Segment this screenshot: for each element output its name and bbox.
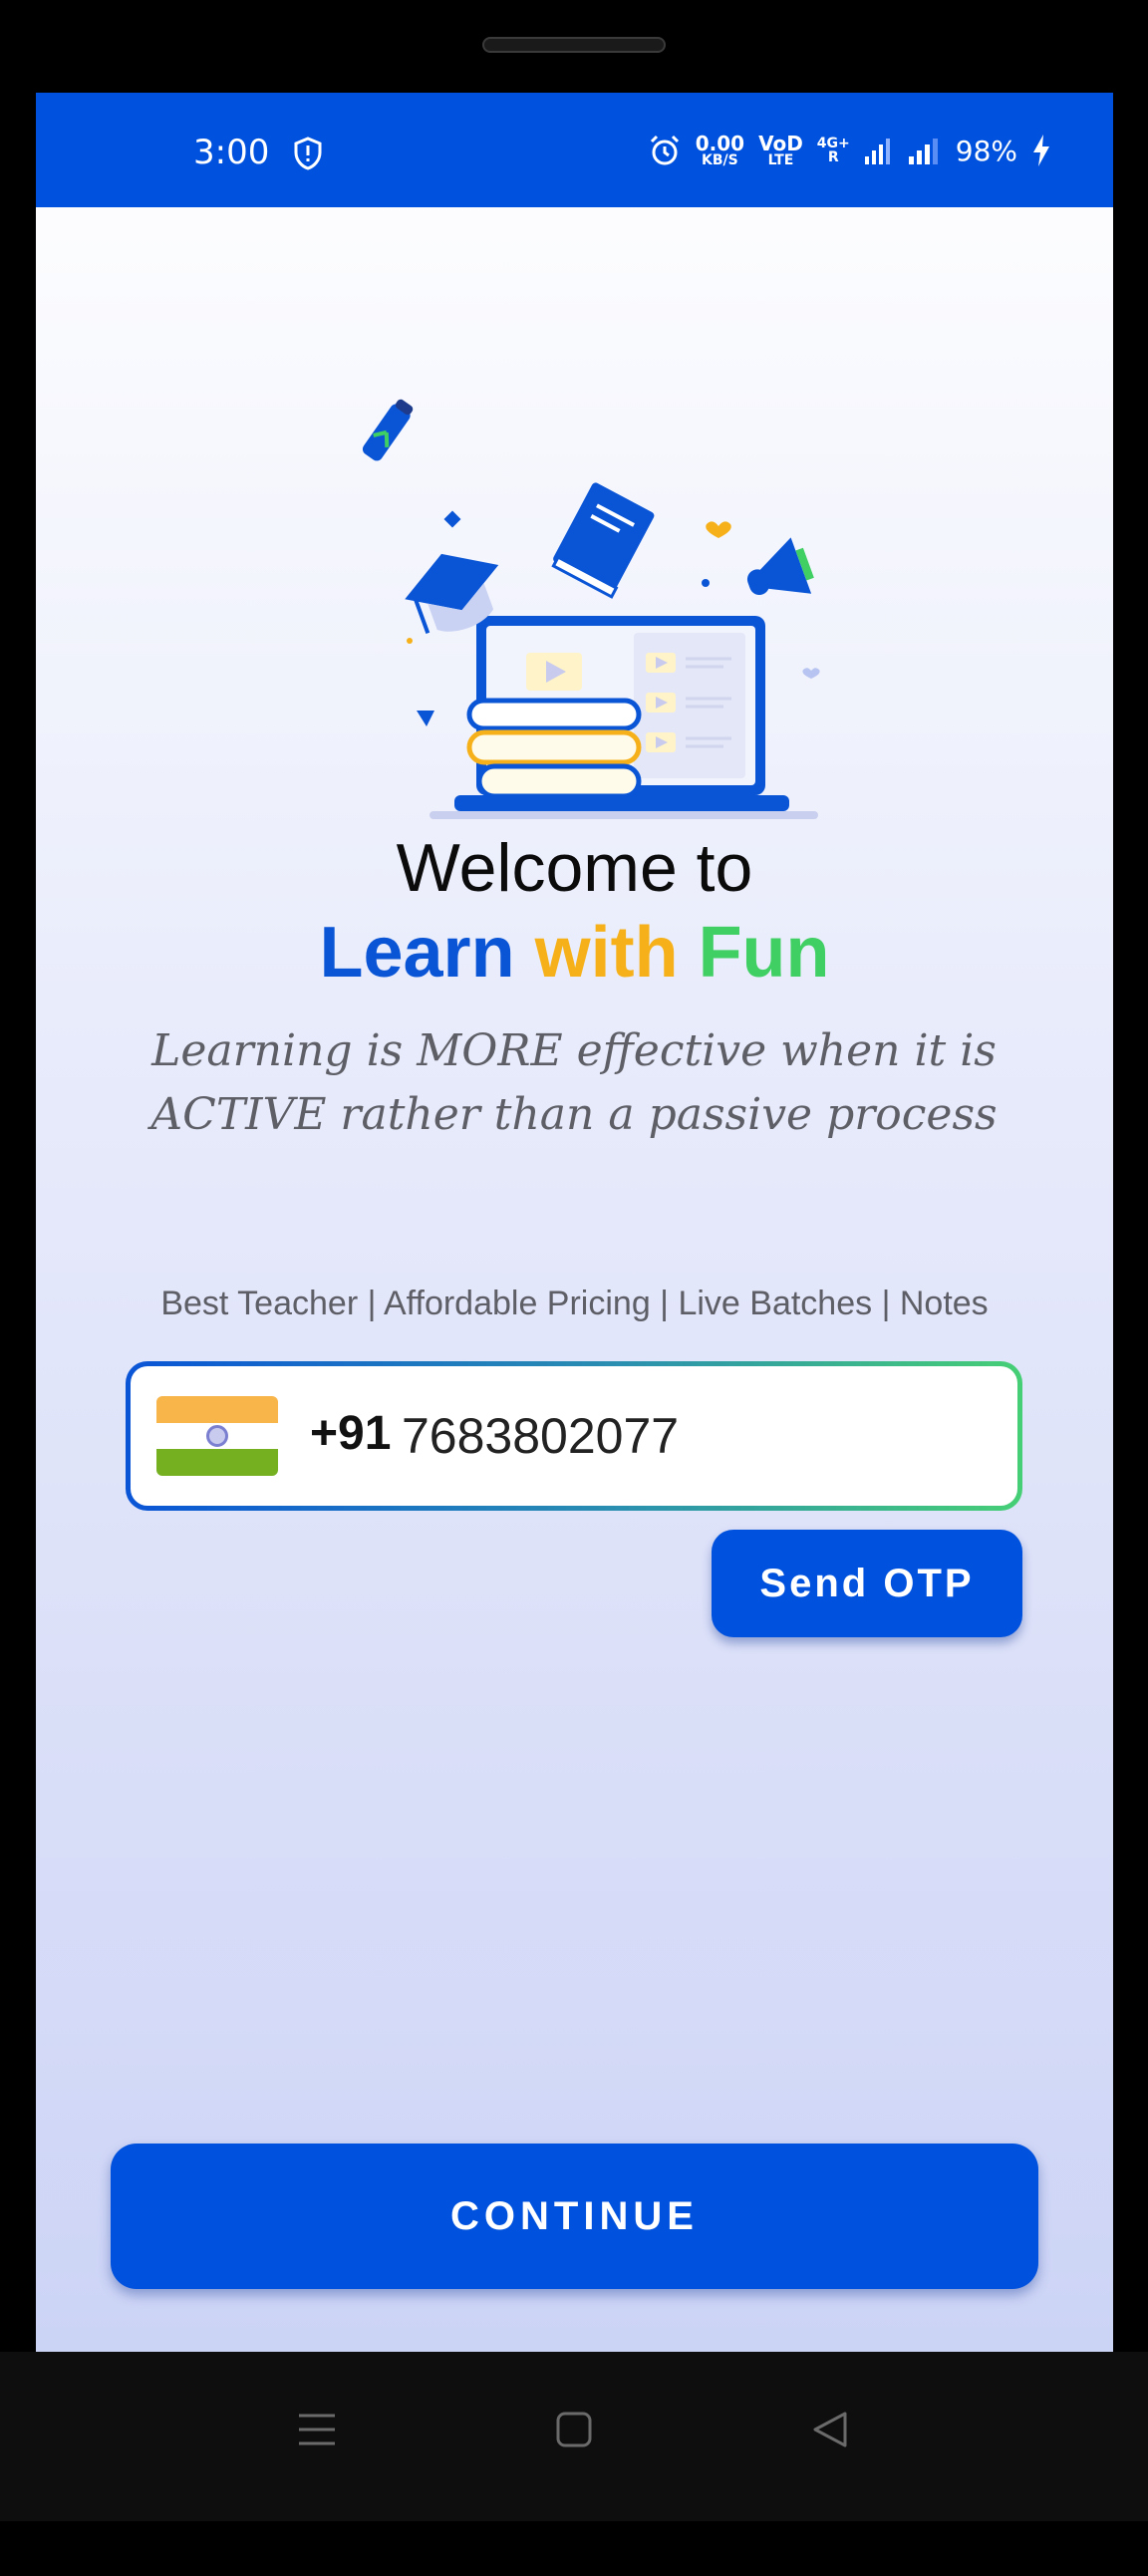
triangle-shape xyxy=(417,711,434,726)
megaphone-icon xyxy=(746,537,814,596)
welcome-heading: Welcome to Learn with Fun xyxy=(36,825,1113,995)
phone-input-box: +91 xyxy=(131,1366,1017,1506)
status-icons: 0.00 KB/S VoD LTE 4G+ R 98% xyxy=(648,123,1051,178)
status-time: 3:00 xyxy=(193,133,270,172)
app-screen: 3:00 0.00 KB/S VoD LTE 4G+ R 98% Welcome… xyxy=(36,93,1113,2352)
continue-button[interactable]: CONTINUE xyxy=(111,2144,1038,2289)
sparkle-shape xyxy=(443,510,461,528)
device-bottom-bezel xyxy=(0,2521,1148,2576)
book-stack xyxy=(466,698,642,731)
brand-with: with xyxy=(534,913,679,993)
diploma-icon xyxy=(362,399,414,461)
country-code[interactable]: +91 xyxy=(310,1406,391,1461)
device-frame: 3:00 0.00 KB/S VoD LTE 4G+ R 98% Welcome… xyxy=(0,0,1148,2576)
alarm-icon xyxy=(650,135,679,165)
signal-icon xyxy=(908,139,938,164)
system-nav-bar xyxy=(0,2352,1148,2521)
battery-percent: 98% xyxy=(955,134,1017,167)
volte-indicator: VoD LTE xyxy=(758,132,803,168)
heart-icon xyxy=(706,521,731,538)
brand-learn: Learn xyxy=(319,913,515,993)
battery-charging-icon xyxy=(1033,135,1049,166)
back-button[interactable] xyxy=(801,2400,861,2459)
net-speed: 0.00 KB/S xyxy=(695,132,745,168)
home-icon xyxy=(556,2412,592,2447)
phone-number-input[interactable] xyxy=(402,1394,980,1478)
earpiece-speaker xyxy=(482,37,666,53)
book-icon xyxy=(551,482,655,599)
back-icon xyxy=(813,2412,847,2447)
network-type: 4G+ R xyxy=(816,136,850,165)
menu-button[interactable] xyxy=(287,2400,347,2459)
shield-icon xyxy=(294,137,322,170)
phone-input-container: +91 xyxy=(126,1361,1022,1511)
status-bar: 3:00 0.00 KB/S VoD LTE 4G+ R 98% xyxy=(36,93,1113,207)
send-otp-button[interactable]: Send OTP xyxy=(712,1530,1022,1637)
tagline: Learning is MORE effective when it is AC… xyxy=(150,1025,998,1140)
menu-icon xyxy=(299,2414,335,2445)
feature-list: Best Teacher | Affordable Pricing | Live… xyxy=(160,1285,989,1322)
signal-icon xyxy=(864,139,890,164)
welcome-title: Welcome to xyxy=(396,830,753,906)
brand-fun: Fun xyxy=(698,913,830,993)
india-flag-icon[interactable] xyxy=(156,1396,278,1476)
brand-name: Learn with Fun xyxy=(36,911,1113,995)
home-button[interactable] xyxy=(544,2400,604,2459)
e-learning-illustration xyxy=(362,399,820,819)
